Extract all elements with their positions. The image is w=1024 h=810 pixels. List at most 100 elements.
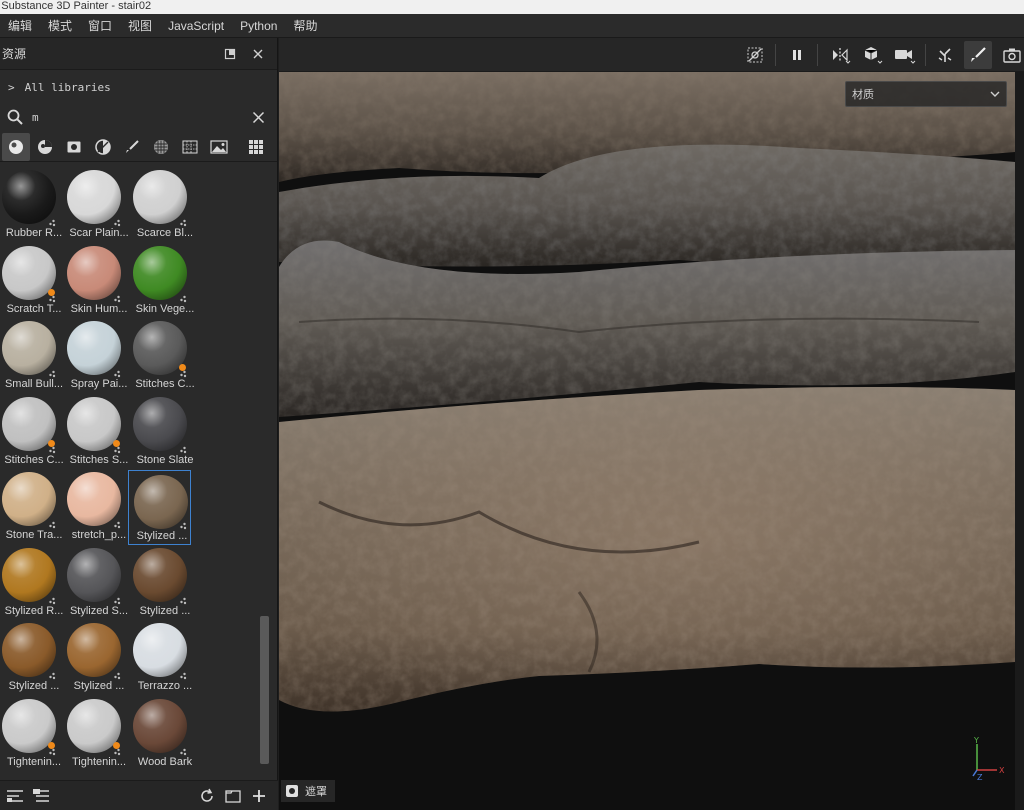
material-tile[interactable]: Stylized ... [128,470,191,545]
filter-environments-button[interactable] [205,133,233,161]
material-label: Stylized ... [73,680,125,692]
symmetry-button[interactable] [827,41,855,69]
shader-dots-icon [48,669,56,680]
material-tile[interactable]: Scar Plain... [66,168,132,243]
material-tile[interactable]: Stylized ... [1,621,67,696]
environment-icon [210,139,228,154]
menu-mode[interactable]: 模式 [40,14,80,38]
filter-smart-masks-button[interactable] [60,133,88,161]
screenshot-button[interactable] [998,41,1024,69]
brush-icon [126,139,139,153]
shader-dots-icon [179,443,187,454]
filter-smart-materials-button[interactable] [31,133,59,161]
shader-dots-icon [179,519,187,530]
close-icon [253,49,263,58]
cube-icon [864,47,883,64]
new-folder-button[interactable] [220,783,246,809]
libraries-label: All libraries [24,80,111,94]
mask-toggle-button[interactable]: 遮罩 [281,780,335,802]
list-icon [7,789,23,802]
material-label: Stone Tra... [5,529,63,541]
libraries-selector[interactable]: > All libraries [0,72,277,102]
material-label: Stylized S... [69,605,129,617]
shader-dots-icon [179,216,187,227]
brush-icon [971,47,986,62]
clear-search-button[interactable] [247,106,269,128]
material-tile[interactable]: Spray Pai... [66,319,132,394]
filter-textures-button[interactable] [147,133,175,161]
menu-bar: 编辑 模式 窗口 视图 JavaScript Python 帮助 [0,14,1024,38]
import-button[interactable] [28,783,54,809]
camera-button[interactable] [891,41,919,69]
orange-badge-icon [48,742,55,749]
material-tile[interactable]: Stylized S... [66,546,132,621]
material-label: Wood Bark [137,756,193,768]
assets-panel-title: 资源 [2,47,27,61]
material-tile[interactable]: Small Bull... [1,319,67,394]
viewport-right-edge [1015,72,1024,810]
3d-viewport[interactable]: 材质 遮罩 Y X Z [279,72,1015,810]
asset-grid-scrollbar[interactable] [260,616,269,764]
material-tile[interactable]: Wood Bark [132,697,198,770]
display-mode-button[interactable] [859,41,887,69]
material-tile[interactable]: Stone Slate [132,395,198,470]
channel-dropdown[interactable]: 材质 [845,81,1007,107]
tree-sparkle-icon [938,48,952,62]
pause-button[interactable] [783,41,811,69]
material-tile[interactable]: Scarce Bl... [132,168,198,243]
eye-off-icon [747,47,763,63]
material-tile[interactable]: Stitches S... [66,395,132,470]
close-panel-button[interactable] [247,43,269,65]
undock-button[interactable] [219,43,241,65]
material-tile[interactable]: Tightenin... [66,697,132,770]
material-tile[interactable]: Skin Hum... [66,244,132,319]
material-tile[interactable]: Stone Tra... [1,470,67,545]
material-label: Terrazzo ... [137,680,193,692]
shader-dots-icon [113,367,121,378]
material-label: Spray Pai... [70,378,128,390]
menu-window[interactable]: 窗口 [80,14,120,38]
window-titlebar: be Substance 3D Painter - stair02 [0,0,1024,14]
filter-alphas-button[interactable] [176,133,204,161]
material-tile[interactable]: Stitches C... [132,319,198,394]
filter-brushes-button[interactable] [118,133,146,161]
material-tile[interactable]: stretch_p... [66,470,132,545]
viewport-toolbar [279,38,1024,72]
material-tile[interactable]: Skin Vege... [132,244,198,319]
symmetry-icon [833,48,851,64]
menu-help[interactable]: 帮助 [285,14,325,38]
material-tile[interactable]: Tightenin... [1,697,67,770]
material-tile[interactable]: Rubber R... [1,168,67,243]
chevron-right-icon: > [8,80,15,94]
refresh-button[interactable] [194,783,220,809]
material-tile[interactable]: Stylized R... [1,546,67,621]
orange-badge-icon [113,742,120,749]
orange-badge-icon [113,440,120,447]
close-icon [252,111,264,123]
menu-javascript[interactable]: JavaScript [160,14,232,38]
menu-python[interactable]: Python [232,14,285,38]
material-tile[interactable]: Terrazzo ... [132,621,198,696]
list-view-button[interactable] [2,783,28,809]
material-tile[interactable]: Stitches C... [1,395,67,470]
filter-filters-button[interactable] [89,133,117,161]
material-tile[interactable]: Stylized ... [132,546,198,621]
menu-view[interactable]: 视图 [120,14,160,38]
undock-icon [224,48,236,59]
material-tile[interactable]: Stylized ... [66,621,132,696]
material-label: Scarce Bl... [136,227,194,239]
shader-dots-icon [179,745,187,756]
add-button[interactable] [246,783,272,809]
filter-materials-button[interactable] [2,132,30,161]
paint-tool-button[interactable] [964,41,992,69]
grid-view-button[interactable] [242,133,270,161]
bake-button[interactable] [931,41,959,69]
shader-dots-icon [179,292,187,303]
shader-dots-icon [113,216,121,227]
material-tile[interactable]: Scratch T... [1,244,67,319]
menu-edit[interactable]: 编辑 [0,14,40,38]
folder-icon [225,789,241,803]
search-input[interactable] [32,106,247,128]
hide-ui-button[interactable] [741,41,769,69]
shader-dots-icon [48,518,56,529]
